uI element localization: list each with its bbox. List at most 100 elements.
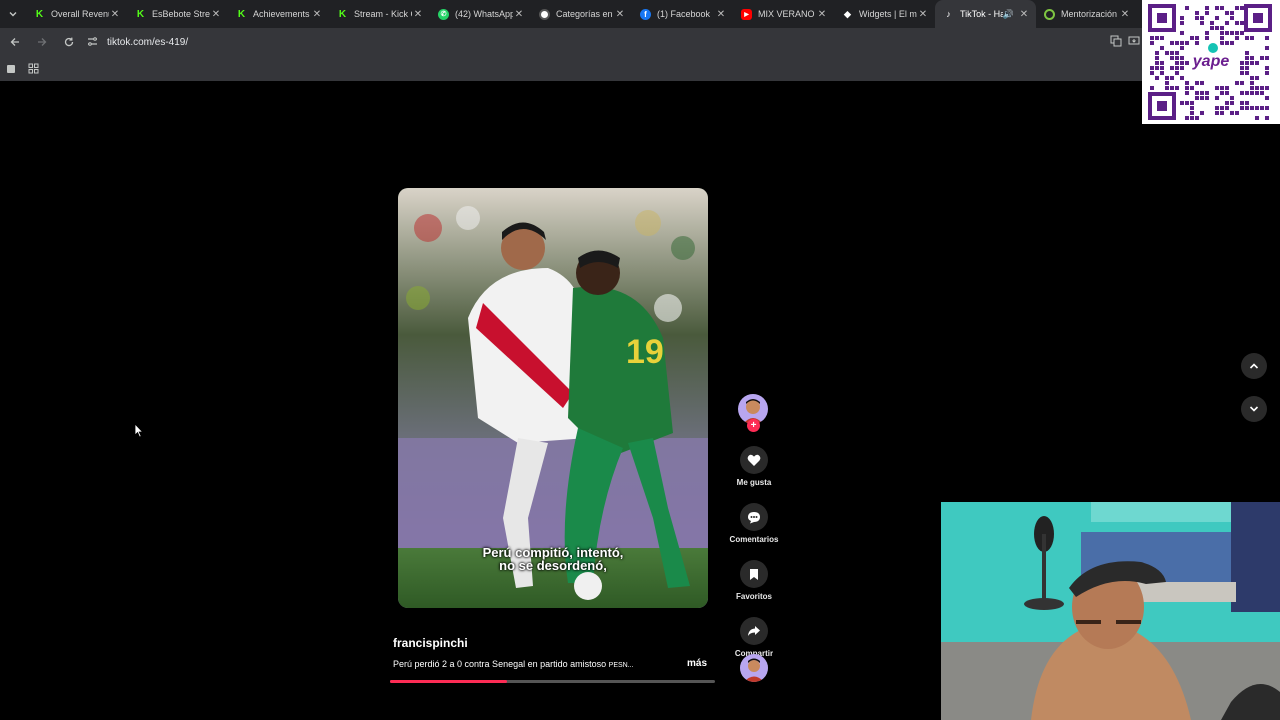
share-button[interactable] <box>739 617 768 645</box>
tab-title: MIX VERANO 2 <box>758 9 816 19</box>
widgets-icon: ◆ <box>844 8 851 19</box>
speaker-icon[interactable]: 🔊 <box>1003 9 1014 20</box>
mentor-icon <box>1044 8 1055 20</box>
reload-icon <box>64 37 74 47</box>
share-arrow-icon <box>747 626 760 636</box>
close-tab-icon[interactable]: ✕ <box>513 9 525 20</box>
kick-icon: K <box>237 8 246 20</box>
svg-text:19: 19 <box>626 333 664 371</box>
chevron-up-icon <box>1249 363 1259 369</box>
caption-line-2: no se desordenó, <box>499 558 607 573</box>
tab-7[interactable]: ▶ MIX VERANO 2 ✕ <box>733 0 834 28</box>
forward-button[interactable] <box>30 30 54 54</box>
install-app-icon[interactable] <box>1128 35 1140 50</box>
tab-title: Stream - Kick C <box>354 9 412 19</box>
site-info-icon[interactable] <box>87 36 101 49</box>
tab-search-button[interactable] <box>0 0 26 28</box>
kick-icon: K <box>35 8 44 20</box>
video-description: Perú perdió 2 a 0 contra Senegal en part… <box>393 659 634 669</box>
tab-title: Widgets | El m <box>859 9 917 19</box>
tab-2[interactable]: K Achievements ✕ <box>228 0 329 28</box>
previous-video-button[interactable] <box>1241 353 1267 379</box>
close-tab-icon[interactable]: ✕ <box>1018 9 1030 20</box>
tiktok-icon: ♪ <box>946 9 951 19</box>
address-bar[interactable]: tiktok.com/es-419/ <box>87 31 1107 53</box>
tab-4[interactable]: ✆ (42) WhatsApp ✕ <box>430 0 531 28</box>
action-column: + Me gusta Comentarios Favoritos Compart… <box>726 394 782 658</box>
video-player[interactable]: 19 Perú compitió, intentó, no se desorde… <box>398 188 708 608</box>
description-tail: PESN... <box>608 661 634 669</box>
close-tab-icon[interactable]: ✕ <box>210 9 222 20</box>
comments-button[interactable] <box>740 503 768 531</box>
video-caption: Perú compitió, intentó, no se desordenó, <box>398 546 708 572</box>
tab-3[interactable]: K Stream - Kick C ✕ <box>329 0 430 28</box>
close-tab-icon[interactable]: ✕ <box>715 9 727 20</box>
category-icon <box>539 8 550 20</box>
share-action[interactable]: Compartir <box>735 617 773 658</box>
tab-title: EsBebote Strea <box>152 9 210 19</box>
mouse-cursor-icon <box>134 422 144 443</box>
tab-title: Mentorización <box>1061 9 1118 19</box>
tab-9[interactable]: ♪ TikTok - Ha 🔊 ✕ <box>935 0 1036 28</box>
back-button[interactable] <box>3 30 27 54</box>
close-tab-icon[interactable]: ✕ <box>917 9 929 20</box>
next-video-button[interactable] <box>1241 396 1267 422</box>
apps-grid-icon[interactable] <box>26 62 40 76</box>
like-action[interactable]: Me gusta <box>736 446 772 487</box>
close-tab-icon[interactable]: ✕ <box>311 9 323 20</box>
browser-toolbar: tiktok.com/es-419/ <box>0 28 1280 56</box>
arrow-right-icon <box>38 38 47 46</box>
bookmark-folder-icon[interactable] <box>4 62 18 76</box>
creator-avatar[interactable]: + <box>738 394 770 432</box>
tab-title: (42) WhatsApp <box>455 9 513 19</box>
yape-qr-overlay: yape <box>1142 0 1280 124</box>
video-info: francispinchi Perú perdió 2 a 0 contra S… <box>393 636 713 669</box>
chevron-down-icon <box>9 12 17 17</box>
tab-title: Achievements <box>253 9 310 19</box>
yape-logo-text: yape <box>1192 53 1230 70</box>
qr-code-icon: yape <box>1142 0 1280 124</box>
follow-plus-icon[interactable]: + <box>747 419 760 432</box>
tab-title: TikTok - Ha <box>960 9 1003 19</box>
author-name[interactable]: francispinchi <box>393 636 713 650</box>
video-progress-bar[interactable] <box>390 680 715 683</box>
comment-icon <box>748 511 760 523</box>
music-disc-avatar[interactable] <box>740 654 768 682</box>
favorites-action[interactable]: Favoritos <box>736 560 772 601</box>
tab-title: Overall Revenu <box>51 9 109 19</box>
tab-8[interactable]: ◆ Widgets | El m ✕ <box>834 0 935 28</box>
more-button[interactable]: más <box>687 658 707 669</box>
tab-1[interactable]: K EsBebote Strea ✕ <box>127 0 228 28</box>
close-tab-icon[interactable]: ✕ <box>1119 9 1131 20</box>
tab-6[interactable]: f (1) Facebook ✕ <box>632 0 733 28</box>
favorites-button[interactable] <box>739 560 768 588</box>
url-text: tiktok.com/es-419/ <box>107 36 189 48</box>
close-tab-icon[interactable]: ✕ <box>614 9 626 20</box>
description-text: Perú perdió 2 a 0 contra Senegal en part… <box>393 658 607 669</box>
tab-strip: K Overall Revenu ✕ K EsBebote Strea ✕ K Achieve… <box>0 0 1280 28</box>
reload-button[interactable] <box>57 30 81 54</box>
webcam-overlay <box>941 502 1280 720</box>
tab-5[interactable]: Categorías en ✕ <box>531 0 632 28</box>
kick-icon: K <box>136 8 145 20</box>
bookmark-icon <box>749 568 758 580</box>
like-button[interactable] <box>739 446 768 474</box>
close-tab-icon[interactable]: ✕ <box>412 9 424 20</box>
whatsapp-icon: ✆ <box>438 8 449 20</box>
facebook-icon: f <box>640 8 651 20</box>
bookmarks-bar <box>0 56 1280 81</box>
favorites-label: Favoritos <box>735 592 772 601</box>
tab-title: Categorías en <box>556 9 613 19</box>
kick-icon: K <box>338 8 347 20</box>
close-tab-icon[interactable]: ✕ <box>816 9 828 20</box>
comments-label: Comentarios <box>729 535 779 544</box>
tab-title: (1) Facebook <box>657 9 711 19</box>
tab-10[interactable]: Mentorización ✕ <box>1036 0 1137 28</box>
close-tab-icon[interactable]: ✕ <box>109 9 121 20</box>
chevron-down-icon <box>1249 406 1259 412</box>
like-label: Me gusta <box>736 478 772 487</box>
translate-icon[interactable] <box>1110 35 1122 50</box>
progress-fill <box>390 680 507 683</box>
tab-0[interactable]: K Overall Revenu ✕ <box>26 0 127 28</box>
comments-action[interactable]: Comentarios <box>729 503 779 544</box>
